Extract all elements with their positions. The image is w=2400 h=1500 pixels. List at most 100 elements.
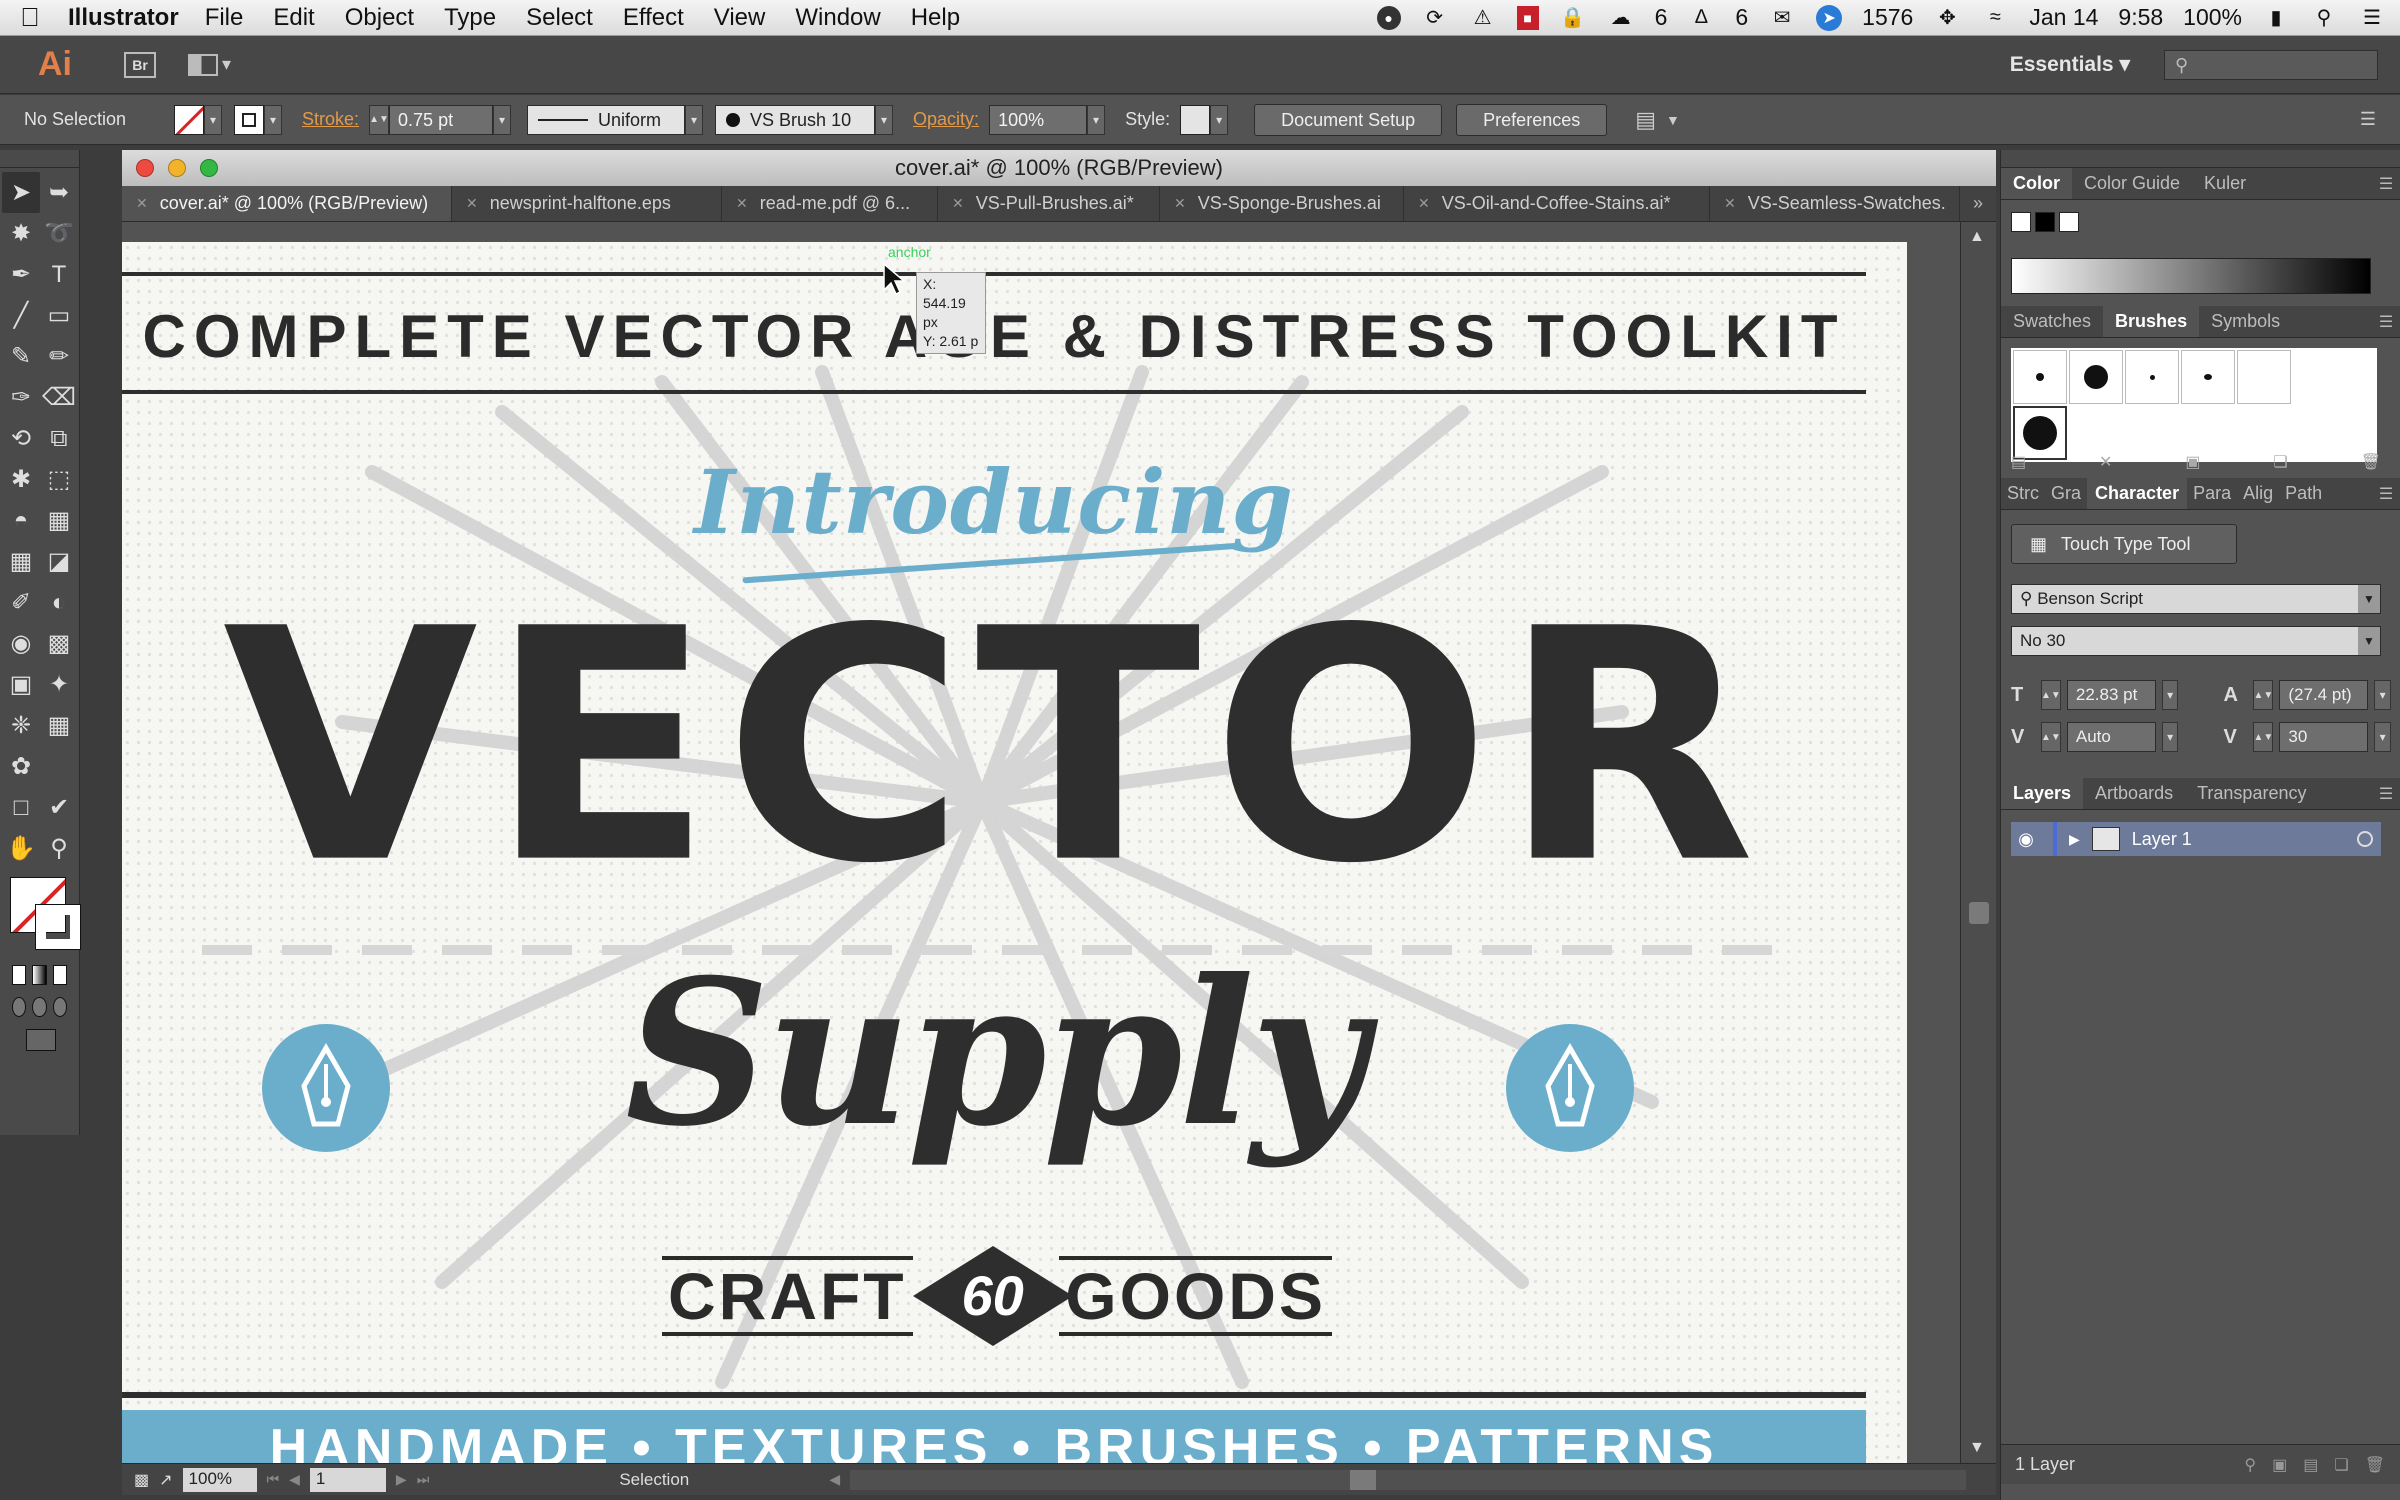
twitter-icon[interactable]: ➤ (1816, 4, 1843, 31)
new-layer-icon[interactable]: ❏ (2334, 1455, 2348, 1475)
tab-brushes[interactable]: Brushes (2103, 306, 2200, 337)
menu-select[interactable]: Select (526, 4, 593, 32)
workspace-switcher[interactable]: Essentials ▾ (2010, 52, 2130, 77)
close-tab-icon[interactable]: ✕ (136, 195, 148, 212)
tab-character[interactable]: Character (2087, 478, 2188, 509)
document-tab[interactable]: ✕ VS-Seamless-Swatches. (1710, 186, 1960, 221)
document-title-bar[interactable]: cover.ai* @ 100% (RGB/Preview) (122, 150, 1996, 186)
panel-menu-icon[interactable]: ☰ (2372, 478, 2400, 509)
menu-edit[interactable]: Edit (273, 4, 314, 32)
draw-inside-icon[interactable] (52, 997, 67, 1017)
hand-tool-icon[interactable]: ✋ (2, 828, 40, 869)
warp-tool-icon[interactable]: ✱ (2, 459, 40, 500)
slice-tool-icon[interactable]: ✦ (40, 664, 78, 705)
artboard-number-field[interactable]: 1 (309, 1467, 386, 1492)
blend-tool-icon[interactable]: ◐ (40, 582, 78, 623)
tracking-dropdown[interactable]: ▾ (2374, 722, 2392, 752)
eraser-tool-icon[interactable]: ⌫ (40, 377, 78, 418)
tab-gradient[interactable]: Gra (2045, 478, 2087, 509)
font-size-field[interactable]: 22.83 pt (2066, 680, 2156, 710)
stroke-color-box[interactable] (35, 904, 81, 950)
new-sublayer-icon[interactable]: ▤ (2303, 1455, 2318, 1475)
menu-view[interactable]: View (714, 4, 766, 32)
chat-icon[interactable]: ✉ (1768, 5, 1796, 31)
app-status-icon[interactable]: ■ (1516, 5, 1539, 30)
layer-target-icon[interactable] (2357, 831, 2373, 847)
panel-menu-icon[interactable]: ☰ (2360, 109, 2376, 130)
panel-dock-grip[interactable] (2001, 150, 2400, 168)
tab-color-guide[interactable]: Color Guide (2072, 168, 2192, 199)
tracking-field[interactable]: 30 (2279, 722, 2369, 752)
bridge-button[interactable]: Br (124, 51, 156, 78)
alert-icon[interactable]: ⚠ (1469, 5, 1497, 31)
rotate-tool-icon[interactable]: ⟲ (2, 418, 40, 459)
brush-item[interactable] (2013, 350, 2067, 404)
brush-options-icon[interactable]: ▣ (2185, 452, 2200, 472)
notification-list-icon[interactable]: ☰ (2358, 5, 2386, 31)
document-tab[interactable]: ✕ VS-Sponge-Brushes.ai (1160, 186, 1404, 221)
next-artboard-icon[interactable]: ▶ (396, 1471, 407, 1488)
brush-definition[interactable]: VS Brush 10 (715, 104, 876, 135)
shape-builder-tool-icon[interactable]: ◓ (2, 500, 40, 541)
font-size-stepper[interactable]: ▲▼ (2040, 680, 2061, 710)
lasso-tool-icon[interactable]: ➰ (40, 213, 78, 254)
leading-dropdown[interactable]: ▾ (2374, 680, 2392, 710)
paintbrush-tool-icon[interactable]: ✎ (2, 336, 40, 377)
menu-window[interactable]: Window (795, 4, 880, 32)
zoom-tool-icon[interactable]: ⚲ (40, 828, 78, 869)
layer-row[interactable]: ◉ ▶ Layer 1 (2011, 822, 2381, 856)
tab-symbols[interactable]: Symbols (2199, 306, 2292, 337)
document-tab[interactable]: ✕ cover.ai* @ 100% (RGB/Preview) (122, 186, 452, 221)
stroke-label[interactable]: Stroke: (302, 109, 359, 130)
horizontal-scroll-thumb[interactable] (1350, 1469, 1377, 1490)
apple-icon[interactable]:  (0, 2, 60, 33)
menu-file[interactable]: File (205, 4, 244, 32)
tab-pathfinder[interactable]: Path (2279, 478, 2328, 509)
align-icon[interactable]: ▤ (1635, 107, 1656, 133)
document-tab[interactable]: ✕ newsprint-halftone.eps (452, 186, 722, 221)
kerning-dropdown[interactable]: ▾ (2161, 722, 2179, 752)
draw-normal-icon[interactable] (12, 997, 27, 1017)
perspective-grid-tool-icon[interactable]: ▦ (40, 500, 78, 541)
tab-overflow-icon[interactable]: » (1960, 186, 1996, 221)
envelope-tool-icon[interactable]: ❈ (2, 705, 40, 746)
stroke-weight-field[interactable]: 0.75 pt (389, 104, 494, 135)
stroke-dropdown[interactable]: ▾ (264, 104, 282, 135)
opacity-label[interactable]: Opacity: (913, 109, 979, 130)
document-tab[interactable]: ✕ VS-Oil-and-Coffee-Stains.ai* (1404, 186, 1710, 221)
wifi-icon[interactable]: ≈ (1981, 5, 2009, 31)
fill-stroke-control[interactable] (0, 869, 81, 959)
close-tab-icon[interactable]: ✕ (736, 195, 748, 212)
sync-icon[interactable]: ⟳ (1421, 5, 1449, 31)
document-setup-button[interactable]: Document Setup (1254, 103, 1443, 136)
opacity-dropdown[interactable]: ▾ (1087, 104, 1106, 135)
stroke-swatch[interactable] (234, 104, 264, 135)
white-swatch[interactable] (2059, 212, 2079, 232)
artboard[interactable]: COMPLETE VECTOR AGE & DISTRESS TOOLKIT I… (122, 242, 1907, 1463)
arrange-documents-button[interactable]: ▾ (188, 51, 234, 79)
color-mode-icon[interactable] (12, 965, 27, 985)
pen-tool-icon[interactable]: ✒ (2, 254, 40, 295)
locate-object-icon[interactable]: ⚲ (2244, 1455, 2256, 1475)
network-icon[interactable]: ✥ (1933, 5, 1961, 31)
preferences-button[interactable]: Preferences (1456, 103, 1608, 136)
magic-wand-tool-icon[interactable]: ✸ (2, 213, 40, 254)
new-brush-icon[interactable]: ❏ (2273, 452, 2287, 472)
leading-stepper[interactable]: ▲▼ (2253, 680, 2274, 710)
zoom-level-field[interactable]: 100% (182, 1467, 257, 1492)
close-tab-icon[interactable]: ✕ (466, 195, 478, 212)
horizontal-scrollbar[interactable] (850, 1469, 1966, 1490)
draw-behind-icon[interactable] (32, 997, 47, 1017)
adobe-icon[interactable]: ∆ (1687, 5, 1715, 31)
gradient-mode-icon[interactable] (32, 965, 47, 985)
brush-dropdown[interactable]: ▾ (875, 104, 894, 135)
free-transform-tool-icon[interactable]: ⬚ (40, 459, 78, 500)
table-tool-icon[interactable]: ▦ (40, 705, 78, 746)
scroll-thumb[interactable] (1969, 902, 1989, 924)
column-graph-tool-icon[interactable]: ▩ (40, 623, 78, 664)
selection-tool-icon[interactable]: ➤ (2, 172, 40, 213)
canvas-area[interactable]: COMPLETE VECTOR AGE & DISTRESS TOOLKIT I… (122, 222, 1960, 1463)
brush-item[interactable] (2069, 350, 2123, 404)
menu-type[interactable]: Type (444, 4, 496, 32)
tab-align[interactable]: Alig (2237, 478, 2279, 509)
